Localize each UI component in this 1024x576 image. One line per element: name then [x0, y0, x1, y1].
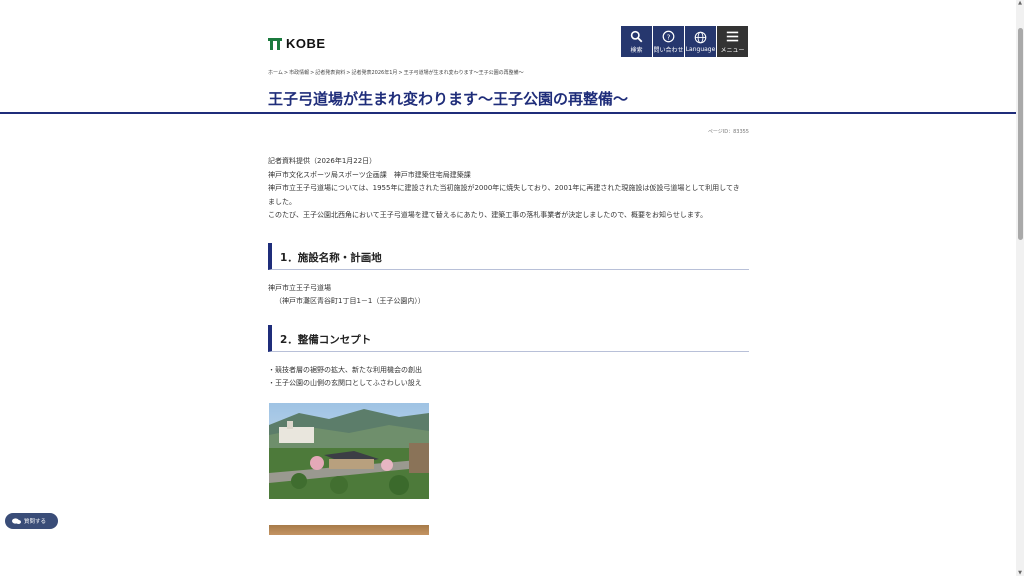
contact-button[interactable]: ? 問い合わせ	[653, 26, 684, 57]
language-label: Language	[685, 45, 716, 53]
breadcrumb-separator: >	[283, 70, 289, 76]
page-title: 王子弓道場が生まれ変わります〜王子公園の再整備〜	[268, 90, 629, 108]
svg-text:?: ?	[667, 32, 671, 41]
contact-label: 問い合わせ	[653, 46, 684, 54]
intro-paragraph: ました。	[268, 197, 296, 206]
question-icon: ?	[662, 30, 675, 42]
department: 神戸市文化スポーツ局スポーツ企画課 神戸市建築住宅局建築課	[268, 170, 471, 179]
menu-button[interactable]: メニュー	[717, 26, 748, 57]
section-2-body: ・競技者層の裾野の拡大、新たな利用機会の創出 ・王子公園の山側の玄関口としてふさ…	[268, 364, 422, 390]
menu-label: メニュー	[720, 46, 745, 54]
breadcrumb-current: 王子弓道場が生まれ変わります〜王子公園の再整備〜	[403, 70, 524, 76]
breadcrumb-separator: >	[346, 70, 351, 76]
site-header: KOBE 検索 ? 問い合わせ Language メニュー	[0, 0, 1016, 60]
section-1-body: 神戸市立王子弓道場 （神戸市灘区青谷町1丁目1－1（王子公園内））	[268, 282, 425, 308]
section-heading-text: 1．施設名称・計画地	[280, 252, 382, 264]
kobe-logo[interactable]: KOBE	[268, 36, 326, 51]
facility-address: （神戸市灘区青谷町1丁目1－1（王子公園内））	[275, 297, 425, 305]
scroll-down-arrow-icon[interactable]: ▼	[1017, 570, 1023, 576]
concept-item: ・競技者層の裾野の拡大、新たな利用機会の創出	[268, 366, 422, 374]
rendering-illustration	[269, 403, 429, 499]
title-divider	[0, 112, 1016, 114]
second-image-partial	[269, 525, 429, 535]
section-heading-2: 2．整備コンセプト	[268, 325, 749, 352]
search-button[interactable]: 検索	[621, 26, 652, 57]
kobe-emblem-icon	[268, 37, 282, 50]
ask-question-button[interactable]: 質問する	[5, 513, 58, 529]
intro-paragraph: このたび、王子公園北西角において王子弓道場を建て替えるにあたり、建築工事の落札事…	[268, 211, 708, 219]
scroll-up-arrow-icon[interactable]: ▲	[1017, 0, 1023, 6]
breadcrumb-item[interactable]: 市政情報	[289, 70, 309, 76]
chat-bubble-icon	[12, 517, 21, 524]
section-heading-text: 2．整備コンセプト	[280, 334, 372, 346]
menu-icon	[726, 31, 739, 41]
breadcrumb-item[interactable]: 記者発表2026年1月	[352, 70, 398, 76]
breadcrumb-item[interactable]: ホーム	[268, 70, 283, 76]
concept-item: ・王子公園の山側の玄関口としてふさわしい設え	[268, 379, 422, 387]
language-button[interactable]: Language	[685, 26, 716, 57]
breadcrumb-separator: >	[398, 70, 403, 76]
press-date: 記者資料提供（2026年1月22日）	[268, 157, 377, 165]
section-heading-1: 1．施設名称・計画地	[268, 243, 749, 270]
breadcrumb-item[interactable]: 記者発表資料	[315, 70, 345, 76]
globe-icon	[694, 31, 707, 43]
logo-text: KOBE	[286, 36, 326, 51]
kyudojo-rendering-image	[269, 403, 429, 499]
intro-text: 記者資料提供（2026年1月22日） 神戸市文化スポーツ局スポーツ企画課 神戸市…	[268, 155, 750, 223]
scrollbar-thumb[interactable]	[1018, 28, 1023, 240]
breadcrumb-separator: >	[310, 70, 315, 76]
intro-paragraph: 神戸市立王子弓道場については、1955年に建設された当初施設が2000年に焼失し…	[268, 184, 740, 192]
scrollbar[interactable]: ▲ ▼	[1016, 0, 1024, 576]
search-label: 検索	[630, 46, 643, 54]
ask-question-label: 質問する	[24, 519, 47, 525]
header-nav: 検索 ? 問い合わせ Language メニュー	[621, 26, 748, 57]
page-id: ページID：83355	[707, 129, 749, 135]
breadcrumb: ホーム>市政情報>記者発表資料>記者発表2026年1月>王子弓道場が生まれ変わり…	[268, 69, 524, 76]
search-icon	[630, 30, 643, 42]
facility-name: 神戸市立王子弓道場	[268, 284, 331, 292]
